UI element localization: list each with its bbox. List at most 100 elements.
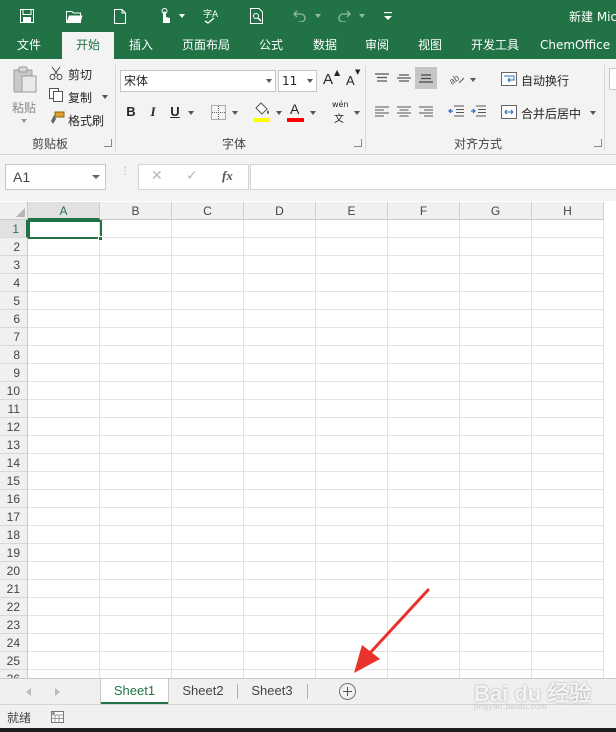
select-all-corner[interactable]: [0, 202, 28, 220]
cell-h25[interactable]: [532, 652, 604, 670]
cell-a5[interactable]: [28, 292, 100, 310]
cell-a24[interactable]: [28, 634, 100, 652]
cell-h23[interactable]: [532, 616, 604, 634]
active-cell-a1[interactable]: [28, 220, 102, 239]
cell-d17[interactable]: [244, 508, 316, 526]
cell-f6[interactable]: [388, 310, 460, 328]
cell-g4[interactable]: [460, 274, 532, 292]
column-header-h[interactable]: H: [532, 202, 604, 220]
cell-f16[interactable]: [388, 490, 460, 508]
cell-b16[interactable]: [100, 490, 172, 508]
cell-g3[interactable]: [460, 256, 532, 274]
cancel-icon[interactable]: ✕: [151, 168, 163, 184]
cell-h16[interactable]: [532, 490, 604, 508]
spelling-icon[interactable]: 字A: [200, 0, 222, 32]
cell-d4[interactable]: [244, 274, 316, 292]
cell-f23[interactable]: [388, 616, 460, 634]
row-header-5[interactable]: 5: [0, 292, 28, 310]
borders-icon[interactable]: [208, 102, 228, 122]
cell-h2[interactable]: [532, 238, 604, 256]
cell-d15[interactable]: [244, 472, 316, 490]
cell-c23[interactable]: [172, 616, 244, 634]
cell-c9[interactable]: [172, 364, 244, 382]
row-header-20[interactable]: 20: [0, 562, 28, 580]
cell-e19[interactable]: [316, 544, 388, 562]
cell-d19[interactable]: [244, 544, 316, 562]
cell-c6[interactable]: [172, 310, 244, 328]
row-header-8[interactable]: 8: [0, 346, 28, 364]
cell-e2[interactable]: [316, 238, 388, 256]
cell-a13[interactable]: [28, 436, 100, 454]
cell-h19[interactable]: [532, 544, 604, 562]
align-left-icon[interactable]: [372, 102, 392, 120]
paste-icon[interactable]: [10, 65, 40, 95]
copy-button[interactable]: 复制: [68, 89, 92, 106]
cell-a22[interactable]: [28, 598, 100, 616]
cell-f17[interactable]: [388, 508, 460, 526]
cell-g6[interactable]: [460, 310, 532, 328]
cell-b19[interactable]: [100, 544, 172, 562]
cell-f20[interactable]: [388, 562, 460, 580]
cell-c13[interactable]: [172, 436, 244, 454]
font-size-combo[interactable]: 11: [278, 70, 317, 92]
align-right-icon[interactable]: [416, 102, 436, 120]
cell-d5[interactable]: [244, 292, 316, 310]
orientation-icon[interactable]: ab: [447, 69, 467, 87]
cell-e22[interactable]: [316, 598, 388, 616]
customize-icon[interactable]: [380, 0, 396, 32]
redo-icon[interactable]: [334, 0, 354, 32]
cell-f24[interactable]: [388, 634, 460, 652]
row-header-25[interactable]: 25: [0, 652, 28, 670]
fill-color-icon[interactable]: [252, 100, 274, 118]
cell-b9[interactable]: [100, 364, 172, 382]
cell-h7[interactable]: [532, 328, 604, 346]
redo-dropdown-icon[interactable]: [359, 14, 365, 18]
save-icon[interactable]: [16, 0, 38, 32]
cell-c24[interactable]: [172, 634, 244, 652]
touch-mode-icon[interactable]: [154, 0, 176, 32]
orientation-dropdown-icon[interactable]: [470, 78, 476, 82]
cell-c7[interactable]: [172, 328, 244, 346]
align-middle-icon[interactable]: [394, 69, 414, 87]
row-header-18[interactable]: 18: [0, 526, 28, 544]
cell-h12[interactable]: [532, 418, 604, 436]
font-name-combo[interactable]: 宋体: [120, 70, 276, 92]
cell-h3[interactable]: [532, 256, 604, 274]
underline-button[interactable]: U: [165, 101, 185, 123]
cell-c3[interactable]: [172, 256, 244, 274]
alignment-launcher-icon[interactable]: [594, 139, 602, 147]
tab-data[interactable]: 数据: [302, 32, 348, 59]
new-icon[interactable]: [110, 0, 130, 32]
undo-dropdown-icon[interactable]: [315, 14, 321, 18]
cell-b18[interactable]: [100, 526, 172, 544]
sheet-tab-sheet1[interactable]: Sheet1: [101, 679, 168, 704]
cell-e3[interactable]: [316, 256, 388, 274]
cell-f12[interactable]: [388, 418, 460, 436]
paste-dropdown-icon[interactable]: [21, 119, 27, 123]
cell-a17[interactable]: [28, 508, 100, 526]
cell-b23[interactable]: [100, 616, 172, 634]
cell-c11[interactable]: [172, 400, 244, 418]
column-header-g[interactable]: G: [460, 202, 532, 220]
column-header-e[interactable]: E: [316, 202, 388, 220]
cell-b26[interactable]: [100, 670, 172, 678]
cell-g8[interactable]: [460, 346, 532, 364]
cell-f3[interactable]: [388, 256, 460, 274]
cell-d20[interactable]: [244, 562, 316, 580]
cell-e9[interactable]: [316, 364, 388, 382]
cell-c10[interactable]: [172, 382, 244, 400]
cell-e17[interactable]: [316, 508, 388, 526]
cell-b25[interactable]: [100, 652, 172, 670]
align-top-icon[interactable]: [372, 69, 392, 87]
cell-h4[interactable]: [532, 274, 604, 292]
font-color-dropdown-icon[interactable]: [310, 111, 316, 115]
format-painter-button[interactable]: 格式刷: [68, 112, 104, 129]
cell-h17[interactable]: [532, 508, 604, 526]
row-header-22[interactable]: 22: [0, 598, 28, 616]
cell-d25[interactable]: [244, 652, 316, 670]
cell-h5[interactable]: [532, 292, 604, 310]
row-header-16[interactable]: 16: [0, 490, 28, 508]
cell-a23[interactable]: [28, 616, 100, 634]
column-header-b[interactable]: B: [100, 202, 172, 220]
tab-developer[interactable]: 开发工具: [462, 32, 528, 59]
